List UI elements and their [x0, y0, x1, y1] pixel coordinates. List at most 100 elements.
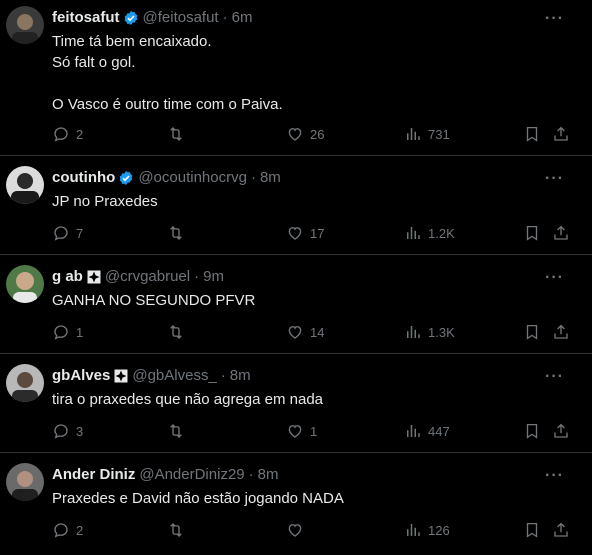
tweet[interactable]: Ander Diniz @AnderDiniz29 · 8m ··· Praxe…	[0, 453, 592, 555]
bookmark-button[interactable]	[523, 421, 541, 441]
author-handle[interactable]: @gbAlvess_	[132, 366, 216, 386]
bookmark-icon	[526, 126, 538, 142]
like-count: 17	[310, 225, 325, 241]
author-handle[interactable]: @AnderDiniz29	[139, 465, 244, 485]
views-chart-icon	[407, 326, 420, 338]
views-button[interactable]: 1.2K	[404, 223, 455, 243]
author-handle[interactable]: @feitosafut	[143, 8, 219, 28]
heart-icon	[288, 227, 302, 240]
separator-dot: ·	[220, 367, 226, 384]
bookmark-button[interactable]	[523, 322, 541, 342]
author-name[interactable]: Ander Diniz	[52, 465, 135, 485]
avatar[interactable]	[6, 463, 44, 501]
like-button[interactable]: 1	[286, 421, 317, 441]
bookmark-button[interactable]	[523, 124, 541, 144]
bookmark-icon	[526, 324, 538, 340]
tweet-text: Praxedes e David não estão jogando NADA	[52, 490, 344, 507]
timestamp[interactable]: 6m	[232, 8, 253, 28]
timestamp[interactable]: 9m	[203, 267, 224, 287]
retweet-icon	[170, 226, 182, 240]
share-button[interactable]	[552, 520, 570, 540]
views-button[interactable]: 731	[404, 124, 450, 144]
separator-dot: ·	[250, 169, 256, 186]
reply-button[interactable]: 3	[52, 421, 83, 441]
more-options-icon[interactable]: ···	[545, 368, 564, 386]
more-options-icon[interactable]: ···	[545, 467, 564, 485]
timestamp[interactable]: 8m	[258, 465, 279, 485]
bookmark-icon	[526, 225, 538, 241]
tweet-actions: 3 1 447	[52, 421, 576, 441]
vasco-cross-icon	[87, 270, 101, 284]
views-button[interactable]: 447	[404, 421, 450, 441]
reply-icon	[54, 226, 68, 241]
tweet[interactable]: feitosafut @feitosafut · 6m ··· Time tá …	[0, 0, 592, 156]
avatar[interactable]	[6, 6, 44, 44]
share-button[interactable]	[552, 322, 570, 342]
like-button[interactable]: 14	[286, 322, 324, 342]
avatar[interactable]	[6, 166, 44, 204]
like-button[interactable]: 26	[286, 124, 324, 144]
separator-dot: ·	[248, 466, 254, 483]
more-options-icon[interactable]: ···	[545, 170, 564, 188]
heart-icon	[288, 524, 302, 537]
author-name[interactable]: gbAlves	[52, 366, 110, 386]
timestamp[interactable]: 8m	[260, 168, 281, 188]
tweet[interactable]: g ab @crvgabruel · 9m ··· GANHA NO SEGUN…	[0, 255, 592, 354]
avatar[interactable]	[6, 364, 44, 402]
reply-button[interactable]: 1	[52, 322, 83, 342]
retweet-button[interactable]	[167, 124, 191, 144]
author-handle[interactable]: @crvgabruel	[105, 267, 190, 287]
reply-count: 1	[76, 324, 84, 340]
like-button[interactable]: 17	[286, 223, 324, 243]
share-icon	[554, 126, 568, 141]
share-icon	[554, 423, 568, 438]
like-count: 1	[310, 423, 318, 439]
share-button[interactable]	[552, 124, 570, 144]
like-button[interactable]	[286, 520, 310, 540]
heart-icon	[288, 128, 302, 141]
retweet-button[interactable]	[167, 223, 191, 243]
like-count: 26	[310, 126, 325, 142]
separator-dot: ·	[194, 268, 200, 285]
retweet-icon	[170, 127, 182, 141]
tweet-actions: 1 14 1.3K	[52, 322, 576, 342]
views-chart-icon	[407, 425, 420, 437]
bookmark-button[interactable]	[523, 520, 541, 540]
tweet-actions: 2 126	[52, 520, 576, 540]
views-button[interactable]: 1.3K	[404, 322, 455, 342]
tweet-text: GANHA NO SEGUNDO PFVR	[52, 292, 256, 309]
views-count: 1.2K	[428, 225, 455, 241]
tweet-actions: 2 26 731	[52, 124, 576, 144]
retweet-button[interactable]	[167, 322, 191, 342]
more-options-icon[interactable]: ···	[545, 269, 564, 287]
author-handle[interactable]: @ocoutinhocrvg	[138, 168, 247, 188]
views-count: 1.3K	[428, 324, 455, 340]
retweet-icon	[170, 523, 182, 537]
avatar[interactable]	[6, 265, 44, 303]
views-button[interactable]: 126	[404, 520, 450, 540]
like-count: 14	[310, 324, 325, 340]
timestamp[interactable]: 8m	[230, 366, 251, 386]
share-button[interactable]	[552, 223, 570, 243]
vasco-cross-icon	[114, 369, 128, 383]
retweet-button[interactable]	[167, 520, 191, 540]
tweet[interactable]: gbAlves @gbAlvess_ · 8m ··· tira o praxe…	[0, 354, 592, 453]
bookmark-button[interactable]	[523, 223, 541, 243]
author-name[interactable]: g ab	[52, 267, 83, 287]
reply-button[interactable]: 2	[52, 124, 83, 144]
reply-button[interactable]: 2	[52, 520, 83, 540]
reply-button[interactable]: 7	[52, 223, 83, 243]
author-name[interactable]: feitosafut	[52, 8, 120, 28]
reply-count: 3	[76, 423, 84, 439]
reply-icon	[54, 325, 68, 340]
more-options-icon[interactable]: ···	[545, 10, 564, 28]
tweet-text: JP no Praxedes	[52, 193, 158, 210]
retweet-icon	[170, 424, 182, 438]
tweet[interactable]: coutinho @ocoutinhocrvg · 8m ··· JP no P…	[0, 156, 592, 255]
share-button[interactable]	[552, 421, 570, 441]
heart-icon	[288, 326, 302, 339]
retweet-button[interactable]	[167, 421, 191, 441]
views-count: 731	[428, 126, 450, 142]
author-name[interactable]: coutinho	[52, 168, 115, 188]
bookmark-icon	[526, 522, 538, 538]
